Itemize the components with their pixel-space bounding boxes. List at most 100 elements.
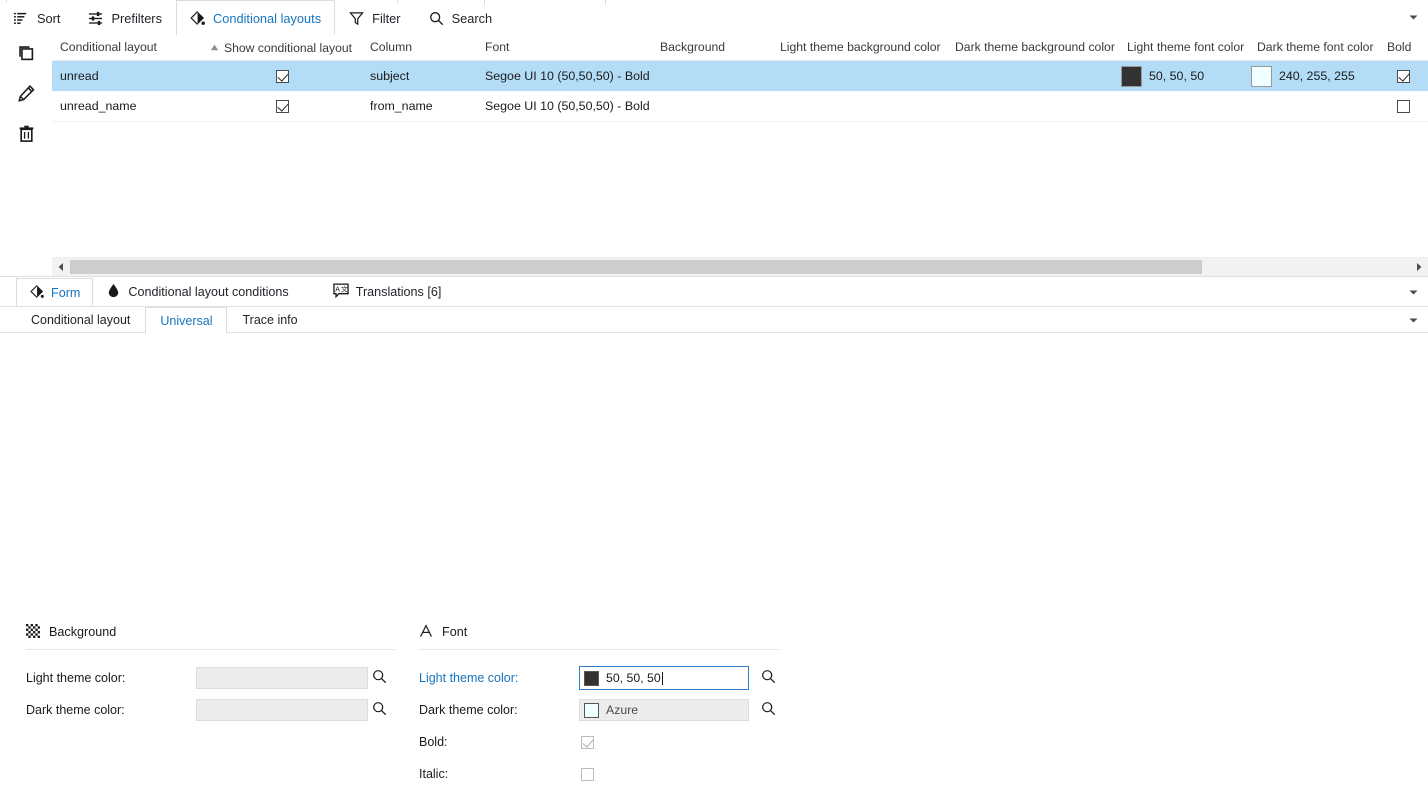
- edit-button[interactable]: [0, 75, 52, 115]
- cell-light-theme-background-color: [772, 91, 947, 121]
- column-header-light-theme-background-color[interactable]: Light theme background color: [772, 35, 947, 60]
- tab-translations-label: Translations [6]: [356, 285, 442, 299]
- table-row[interactable]: unread_name from_name Segoe UI 10 (50,50…: [52, 91, 1428, 121]
- cell-bold[interactable]: [1379, 91, 1427, 121]
- font-light-theme-color-row: Light theme color: 50, 50, 50: [419, 662, 779, 694]
- font-light-theme-color-label: Light theme color:: [419, 671, 579, 685]
- cell-conditional-layout: unread_name: [52, 91, 202, 121]
- cell-light-theme-font-color: 50, 50, 50: [1119, 61, 1249, 91]
- background-light-theme-color-browse-button[interactable]: [368, 667, 390, 689]
- paint-bucket-icon: [189, 10, 206, 27]
- background-dark-theme-color-input[interactable]: [196, 699, 368, 721]
- font-italic-checkbox[interactable]: [581, 768, 594, 781]
- grid-header-row: Conditional layout Show conditional layo…: [52, 35, 1428, 61]
- search-icon: [761, 669, 776, 687]
- column-header-dark-theme-font-color[interactable]: Dark theme font color: [1249, 35, 1379, 60]
- font-dark-theme-color-row: Dark theme color: Azure: [419, 694, 779, 726]
- tab-trace-info-label: Trace info: [242, 313, 297, 327]
- light-theme-font-color-value: 50, 50, 50: [1149, 61, 1204, 91]
- cell-light-theme-font-color: [1119, 91, 1249, 121]
- font-dark-theme-color-input[interactable]: Azure: [579, 699, 749, 721]
- tab-universal[interactable]: Universal: [145, 307, 227, 333]
- partial-tab-outline-left: [6, 0, 398, 3]
- column-header-show-conditional-layout[interactable]: Show conditional layout: [202, 35, 362, 60]
- tab-trace-info[interactable]: Trace info: [227, 307, 312, 332]
- font-a-icon: [419, 624, 433, 641]
- table-row[interactable]: unread subject Segoe UI 10 (50,50,50) - …: [52, 61, 1428, 91]
- dark-theme-font-color-value: 240, 255, 255: [1279, 61, 1355, 91]
- column-header-dark-theme-background-color[interactable]: Dark theme background color: [947, 35, 1119, 60]
- conditional-layouts-grid: Conditional layout Show conditional layo…: [52, 35, 1428, 257]
- font-italic-row: Italic:: [419, 758, 779, 790]
- font-section-title: Font: [442, 625, 467, 639]
- tab-universal-label: Universal: [160, 314, 212, 328]
- cell-bold[interactable]: [1379, 61, 1427, 91]
- top-tab-overflow-chevron-down-icon[interactable]: [1408, 12, 1419, 23]
- grid-horizontal-scrollbar[interactable]: [52, 257, 1428, 276]
- font-dark-theme-color-label: Dark theme color:: [419, 703, 579, 717]
- scrollbar-thumb[interactable]: [70, 260, 1202, 274]
- cell-show-conditional-layout[interactable]: [202, 91, 362, 121]
- tab-translations[interactable]: A 文 Translations [6]: [320, 278, 455, 305]
- detail-tab-overflow-chevron-down-icon[interactable]: [1408, 287, 1419, 298]
- tab-conditional-layout-conditions-label: Conditional layout conditions: [128, 285, 288, 299]
- scroll-left-arrow-icon[interactable]: [52, 258, 70, 276]
- cell-column: subject: [362, 61, 477, 91]
- detail-tab-bar: Form Conditional layout conditions A 文: [0, 278, 1428, 307]
- column-header-conditional-layout[interactable]: Conditional layout: [52, 35, 202, 60]
- background-section: Background Light theme color:: [26, 622, 396, 726]
- copy-button[interactable]: [0, 35, 52, 75]
- show-conditional-layout-checkbox[interactable]: [276, 100, 289, 113]
- translate-icon: A 文: [333, 283, 349, 301]
- tab-prefilters[interactable]: Prefilters: [74, 0, 176, 35]
- funnel-icon: [348, 10, 365, 27]
- bold-checkbox[interactable]: [1397, 70, 1410, 83]
- font-light-theme-color-browse-button[interactable]: [757, 667, 779, 689]
- checkerboard-icon: [26, 624, 40, 641]
- delete-button[interactable]: [0, 115, 52, 155]
- column-header-light-theme-font-color[interactable]: Light theme font color: [1119, 35, 1249, 60]
- tab-search[interactable]: Search: [415, 0, 507, 35]
- show-conditional-layout-checkbox[interactable]: [276, 70, 289, 83]
- copy-icon: [17, 44, 36, 66]
- font-dark-theme-color-browse-button[interactable]: [757, 699, 779, 721]
- font-italic-label: Italic:: [419, 767, 581, 781]
- cell-background: [652, 91, 772, 121]
- column-header-column[interactable]: Column: [362, 35, 477, 60]
- search-icon: [372, 669, 387, 687]
- tab-conditional-layout-label: Conditional layout: [31, 313, 130, 327]
- edit-pencil-icon: [17, 84, 36, 106]
- font-light-theme-color-value: 50, 50, 50: [606, 671, 661, 685]
- tab-conditional-layout-conditions[interactable]: Conditional layout conditions: [93, 278, 301, 305]
- tab-conditional-layout[interactable]: Conditional layout: [16, 307, 145, 332]
- background-light-theme-color-input[interactable]: [196, 667, 368, 689]
- scroll-right-arrow-icon[interactable]: [1410, 258, 1428, 276]
- column-header-font[interactable]: Font: [477, 35, 652, 60]
- font-bold-row: Bold:: [419, 726, 779, 758]
- tab-filter[interactable]: Filter: [335, 0, 414, 35]
- tab-search-label: Search: [452, 11, 493, 26]
- sub-tab-overflow-chevron-down-icon[interactable]: [1408, 315, 1419, 326]
- background-light-theme-color-row: Light theme color:: [26, 662, 396, 694]
- dark-theme-font-color-swatch: [1251, 66, 1272, 87]
- tab-sort[interactable]: Sort: [0, 0, 74, 35]
- font-light-theme-color-input[interactable]: 50, 50, 50: [579, 666, 749, 690]
- background-dark-theme-color-browse-button[interactable]: [368, 699, 390, 721]
- tab-conditional-layouts[interactable]: Conditional layouts: [176, 0, 335, 35]
- tab-form-label: Form: [51, 286, 80, 300]
- tab-form[interactable]: Form: [16, 278, 93, 306]
- font-section: Font Light theme color: 50, 50, 50: [419, 622, 779, 790]
- panel-divider: [0, 276, 1428, 277]
- cell-font: Segoe UI 10 (50,50,50) - Bold: [477, 61, 652, 91]
- cell-show-conditional-layout[interactable]: [202, 61, 362, 91]
- partial-tab-outline-right: [484, 0, 606, 5]
- svg-text:A: A: [335, 287, 340, 294]
- background-light-theme-color-label: Light theme color:: [26, 671, 196, 685]
- bold-checkbox[interactable]: [1397, 100, 1410, 113]
- section-divider: [26, 649, 396, 650]
- font-dark-theme-color-swatch: [584, 703, 599, 718]
- column-header-bold[interactable]: Bold: [1379, 35, 1427, 60]
- font-bold-checkbox[interactable]: [581, 736, 594, 749]
- scrollbar-track[interactable]: [1202, 258, 1410, 276]
- column-header-background[interactable]: Background: [652, 35, 772, 60]
